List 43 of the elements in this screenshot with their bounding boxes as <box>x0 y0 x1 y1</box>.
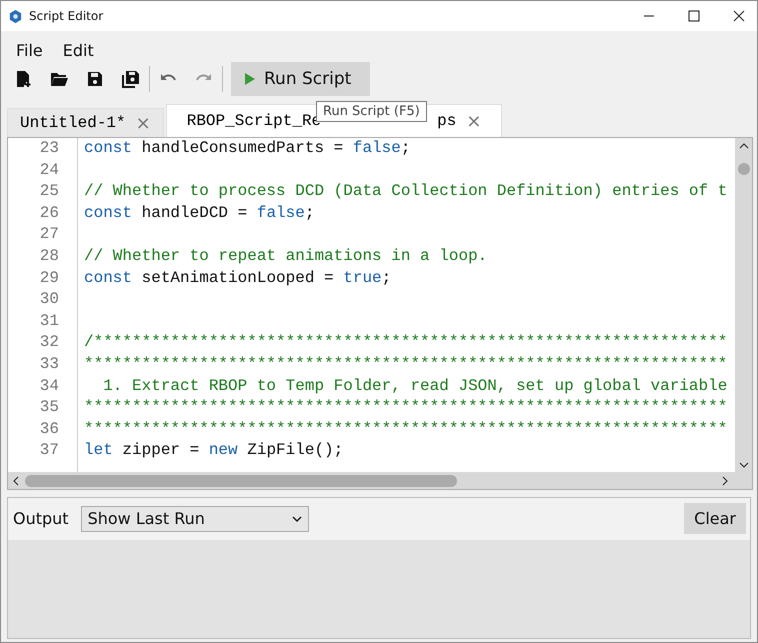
code-token: true <box>343 268 382 287</box>
line-number: 36 <box>38 418 59 440</box>
code-token: ******************************************************************* <box>84 354 728 373</box>
line-number: 29 <box>38 268 59 289</box>
code-token: let <box>84 441 113 460</box>
code-token: const <box>84 268 132 287</box>
output-label: Output <box>13 509 69 528</box>
code-token: false <box>256 204 305 222</box>
code-token: ZipFile(); <box>246 441 344 460</box>
line-number: 28 <box>38 246 59 267</box>
line-number: 24 <box>38 160 59 181</box>
window-title: Script Editor <box>29 9 104 23</box>
code-token: const <box>84 204 132 222</box>
code-token: zipper = <box>121 441 200 460</box>
line-number: 26 <box>38 202 59 224</box>
code-token: ; <box>304 204 314 222</box>
code-token: // Whether to process DCD (Data Collection Definition) entries of t <box>84 182 728 200</box>
line-number: 34 <box>38 376 59 397</box>
code-token: new <box>208 441 238 460</box>
line-number: 30 <box>38 289 59 310</box>
line-number: 31 <box>38 310 59 332</box>
line-number: 35 <box>38 397 59 418</box>
code-token: handleDCD = <box>140 204 248 222</box>
line-number: 23 <box>38 138 59 159</box>
code-token: const <box>84 139 132 157</box>
line-number: 37 <box>38 440 59 462</box>
line-number: 32 <box>38 332 59 354</box>
code-token: // Whether to repeat animations in a loop. <box>84 246 488 265</box>
code-token: ******************************************************************* <box>84 398 728 416</box>
tab-label: Untitled-1* <box>20 114 126 132</box>
code-token: handleConsumedParts = <box>140 139 344 157</box>
code-token: ; <box>382 268 392 287</box>
code-token: false <box>352 139 401 157</box>
code-token: ; <box>400 139 410 157</box>
tab-label: ps <box>437 112 456 130</box>
code-token: 1. Extract RBOP to Temp Folder, read JSON, set up global variable <box>102 376 728 395</box>
code-token: /****************************************************************** <box>84 333 728 352</box>
line-number: 25 <box>38 181 59 202</box>
line-number: 33 <box>38 354 59 375</box>
code-token: setAnimationLooped = <box>140 268 335 287</box>
tooltip: Run Script (F5) <box>316 101 427 122</box>
code-token: ******************************************************************* <box>84 420 728 438</box>
line-number: 27 <box>38 224 59 246</box>
